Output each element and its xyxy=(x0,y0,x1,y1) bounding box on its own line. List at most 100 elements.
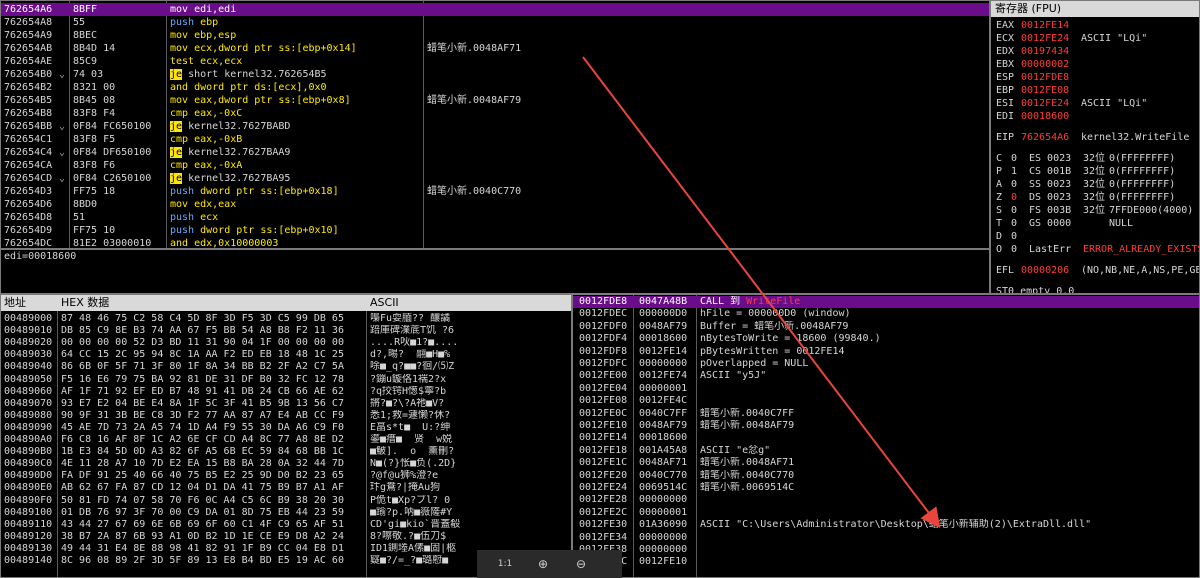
dump-ascii[interactable]: ■踰?p.呐■嶶隓#Y xyxy=(370,507,570,519)
disasm-address[interactable]: 762654A8 xyxy=(4,16,60,29)
dump-hex[interactable]: DB 85 C9 8E B3 74 AA 67 F5 BB 54 A8 B8 F… xyxy=(61,325,363,337)
dump-address[interactable]: 004890C0 xyxy=(4,458,56,470)
flag-value[interactable]: 0 xyxy=(1011,243,1017,256)
dump-hex[interactable]: 4E 11 28 A7 10 7D E2 EA 15 B8 BA 28 0A 3… xyxy=(61,458,363,470)
dump-hex[interactable]: AF 1F 71 92 EF ED B7 48 91 41 DB 24 CB 6… xyxy=(61,386,363,398)
disasm-address[interactable]: 762654C4 xyxy=(4,146,60,159)
dump-row[interactable]: 00489060 AF 1F 71 92 EF ED B7 48 91 41 DB… xyxy=(1,386,571,398)
disasm-row[interactable]: 762654A8 55 push ebp xyxy=(1,16,989,29)
disasm-row[interactable]: 762654B2 8321 00 and dword ptr ds:[ecx],0x… xyxy=(1,81,989,94)
dump-ascii[interactable]: 鎏■瘄■ 贤 w娧 xyxy=(370,434,570,446)
register-value[interactable]: 00018600 xyxy=(1021,110,1069,123)
dump-hex[interactable]: 45 AE 7D 73 2A A5 74 1D A4 F9 55 30 DA A… xyxy=(61,422,363,434)
disasm-instruction[interactable]: push dword ptr ss:[ebp+0x18] xyxy=(170,185,420,198)
dump-address[interactable]: 00489140 xyxy=(4,555,56,567)
flag-row[interactable]: O 0 LastErr ERROR_ALREADY_EXISTS xyxy=(991,243,1199,256)
disasm-row[interactable]: 762654AB 8B4D 14 mov ecx,dword ptr ss:[ebp… xyxy=(1,42,989,55)
disasm-instruction[interactable]: cmp eax,-0xA xyxy=(170,159,420,172)
dump-pane[interactable]: 地址 HEX 数据 ASCII 00489000 87 48 46 75 C2 5… xyxy=(0,294,572,578)
stack-value[interactable]: 0040C770 xyxy=(639,470,695,482)
disasm-instruction[interactable]: je kernel32.7627BAA9 xyxy=(170,146,420,159)
dump-row[interactable]: 00489080 90 9F 31 3B BE C8 3D F2 77 AA 87… xyxy=(1,410,571,422)
dump-address[interactable]: 00489100 xyxy=(4,507,56,519)
register-row[interactable]: ESI 0012FE24 ASCII "LQi" xyxy=(991,97,1199,110)
disasm-address[interactable]: 762654D6 xyxy=(4,198,60,211)
disasm-row[interactable]: 762654C4 ⌄ 0F84 DF650100 je kernel32.7627BA… xyxy=(1,146,989,159)
flag-row[interactable]: C 0 ES 0023 32位 0(FFFFFFFF) xyxy=(991,152,1199,165)
stack-address[interactable]: 0012FE04 xyxy=(579,383,633,395)
stack-row[interactable]: 0012FDF0 0048AF79 Buffer = 蜡笔小新.0048AF79 xyxy=(573,321,1199,333)
dump-ascii[interactable]: E畐s*t■ U:?绅 xyxy=(370,422,570,434)
dump-ascii[interactable]: 玣g鴦?|掩Au狗 xyxy=(370,482,570,494)
disasm-instruction[interactable]: and dword ptr ds:[ecx],0x0 xyxy=(170,81,420,94)
stack-value[interactable]: 00000000 xyxy=(639,494,695,506)
dump-row[interactable]: 00489010 DB 85 C9 8E B3 74 AA 67 F5 BB 54… xyxy=(1,325,571,337)
disassembly-pane[interactable]: 762654A6 8BFF mov edi,edi 762654A8 55 push eb… xyxy=(0,0,990,249)
dump-hex[interactable]: 00 00 00 00 52 D3 BD 11 31 90 04 1F 00 0… xyxy=(61,337,363,349)
dump-hex[interactable]: 93 E7 E2 04 BE E4 8A 1F 5C 3F 41 B5 9B 1… xyxy=(61,398,363,410)
dump-hex[interactable]: 50 81 FD 74 07 58 70 F6 0C A4 C5 6C B9 3… xyxy=(61,495,363,507)
dump-address[interactable]: 00489120 xyxy=(4,531,56,543)
dump-address[interactable]: 00489000 xyxy=(4,313,56,325)
disasm-row[interactable]: 762654CD ⌄ 0F84 C2650100 je kernel32.7627BA… xyxy=(1,172,989,185)
disasm-row[interactable]: 762654D9 FF75 10 push dword ptr ss:[ebp+0x… xyxy=(1,224,989,237)
dump-header-ascii[interactable]: ASCII xyxy=(370,295,399,311)
dump-row[interactable]: 004890B0 1B E3 84 5D 0D A3 82 6F A5 6B EC… xyxy=(1,446,571,458)
dump-row[interactable]: 00489120 38 B7 2A 87 6B 93 A1 0D B2 1D 1E… xyxy=(1,531,571,543)
zoom-in-icon[interactable]: ⊕ xyxy=(533,554,553,574)
disasm-address[interactable]: 762654D8 xyxy=(4,211,60,224)
disasm-address[interactable]: 762654B0 xyxy=(4,68,60,81)
stack-address[interactable]: 0012FDF8 xyxy=(579,346,633,358)
stack-row[interactable]: 0012FE30 01A36090 ASCII "C:\Users\Administ… xyxy=(573,519,1199,531)
dump-hex[interactable]: 90 9F 31 3B BE C8 3D F2 77 AA 87 A7 E4 A… xyxy=(61,410,363,422)
register-row[interactable]: EIP 762654A6 kernel32.WriteFile xyxy=(991,131,1199,144)
stack-address[interactable]: 0012FDFC xyxy=(579,358,633,370)
dump-ascii[interactable]: 摪?■?\?A祂■V? xyxy=(370,398,570,410)
stack-address[interactable]: 0012FE2C xyxy=(579,507,633,519)
dump-row[interactable]: 00489070 93 E7 E2 04 BE E4 8A 1F 5C 3F 41… xyxy=(1,398,571,410)
dump-ascii[interactable]: 踣庫碑澲菧T饥 ?6 xyxy=(370,325,570,337)
stack-row[interactable]: 0012FDE8 0047A48B CALL 到 WriteFile xyxy=(573,296,1199,308)
dump-ascii[interactable]: P佹t■Xp?ブl? 0 xyxy=(370,495,570,507)
dump-ascii[interactable]: ?鏰u鏇佫1褍2?x xyxy=(370,374,570,386)
stack-pane[interactable]: 0012FDE8 0047A48B CALL 到 WriteFile 0012FDEC… xyxy=(572,294,1200,578)
stack-row[interactable]: 0012FE08 0012FE4C xyxy=(573,395,1199,407)
stack-address[interactable]: 0012FE24 xyxy=(579,482,633,494)
dump-hex[interactable]: 64 CC 15 2C 95 94 8C 1A AA F2 ED EB 18 4… xyxy=(61,349,363,361)
stack-address[interactable]: 0012FE28 xyxy=(579,494,633,506)
flag-value[interactable]: 0 xyxy=(1011,230,1017,243)
dump-hex[interactable]: FA DF 91 25 40 66 40 75 B5 E2 25 9D D0 B… xyxy=(61,470,363,482)
flag-value[interactable]: 0 xyxy=(1011,204,1017,217)
stack-value[interactable]: 0012FE10 xyxy=(639,556,695,568)
disasm-row[interactable]: 762654C1 83F8 F5 cmp eax,-0xB xyxy=(1,133,989,146)
dump-hex[interactable]: 1B E3 84 5D 0D A3 82 6F A5 6B EC 59 84 6… xyxy=(61,446,363,458)
dump-header-hex[interactable]: HEX 数据 xyxy=(61,295,109,311)
disasm-address[interactable]: 762654A9 xyxy=(4,29,60,42)
stack-row[interactable]: 0012FE00 0012FE74 ASCII "y5J" xyxy=(573,370,1199,382)
flag-value[interactable]: 0 xyxy=(1011,178,1017,191)
register-row[interactable]: ESP 0012FDE8 xyxy=(991,71,1199,84)
dump-hex[interactable]: 43 44 27 67 69 6E 6B 69 6F 60 C1 4F C9 6… xyxy=(61,519,363,531)
dump-row[interactable]: 00489040 86 6B 0F 5F 71 3F 80 1F 8A 34 BB… xyxy=(1,361,571,373)
dump-address[interactable]: 00489070 xyxy=(4,398,56,410)
register-value[interactable]: 00000002 xyxy=(1021,58,1069,71)
disasm-address[interactable]: 762654B8 xyxy=(4,107,60,120)
dump-address[interactable]: 004890A0 xyxy=(4,434,56,446)
dump-address[interactable]: 004890E0 xyxy=(4,482,56,494)
dump-ascii[interactable]: ?q挍锷H憽$薴?b xyxy=(370,386,570,398)
stack-row[interactable]: 0012FDFC 00000000 pOverlapped = NULL xyxy=(573,358,1199,370)
disasm-address[interactable]: 762654AE xyxy=(4,55,60,68)
registers-pane[interactable]: 寄存器 (FPU) EAX 0012FE14 ECX 0012FE24 ASCII "L… xyxy=(990,0,1200,294)
stack-row[interactable]: 0012FE1C 0048AF71 蜡笔小新.0048AF71 xyxy=(573,457,1199,469)
dump-row[interactable]: 00489110 43 44 27 67 69 6E 6B 69 6F 60 C1… xyxy=(1,519,571,531)
dump-address[interactable]: 004890F0 xyxy=(4,495,56,507)
dump-ascii[interactable]: 悉1;救=蘧懒?休? xyxy=(370,410,570,422)
stack-value[interactable]: 0048AF71 xyxy=(639,457,695,469)
register-value[interactable]: 762654A6 xyxy=(1021,131,1069,144)
disasm-row[interactable]: 762654D8 51 push ecx xyxy=(1,211,989,224)
register-value[interactable]: 0012FE08 xyxy=(1021,84,1069,97)
disasm-instruction[interactable]: push ebp xyxy=(170,16,420,29)
dump-ascii[interactable]: ■鮍]. o 薰刪? xyxy=(370,446,570,458)
dump-ascii[interactable]: 8?嚓敬.?■伍刀$ xyxy=(370,531,570,543)
disasm-address[interactable]: 762654B2 xyxy=(4,81,60,94)
